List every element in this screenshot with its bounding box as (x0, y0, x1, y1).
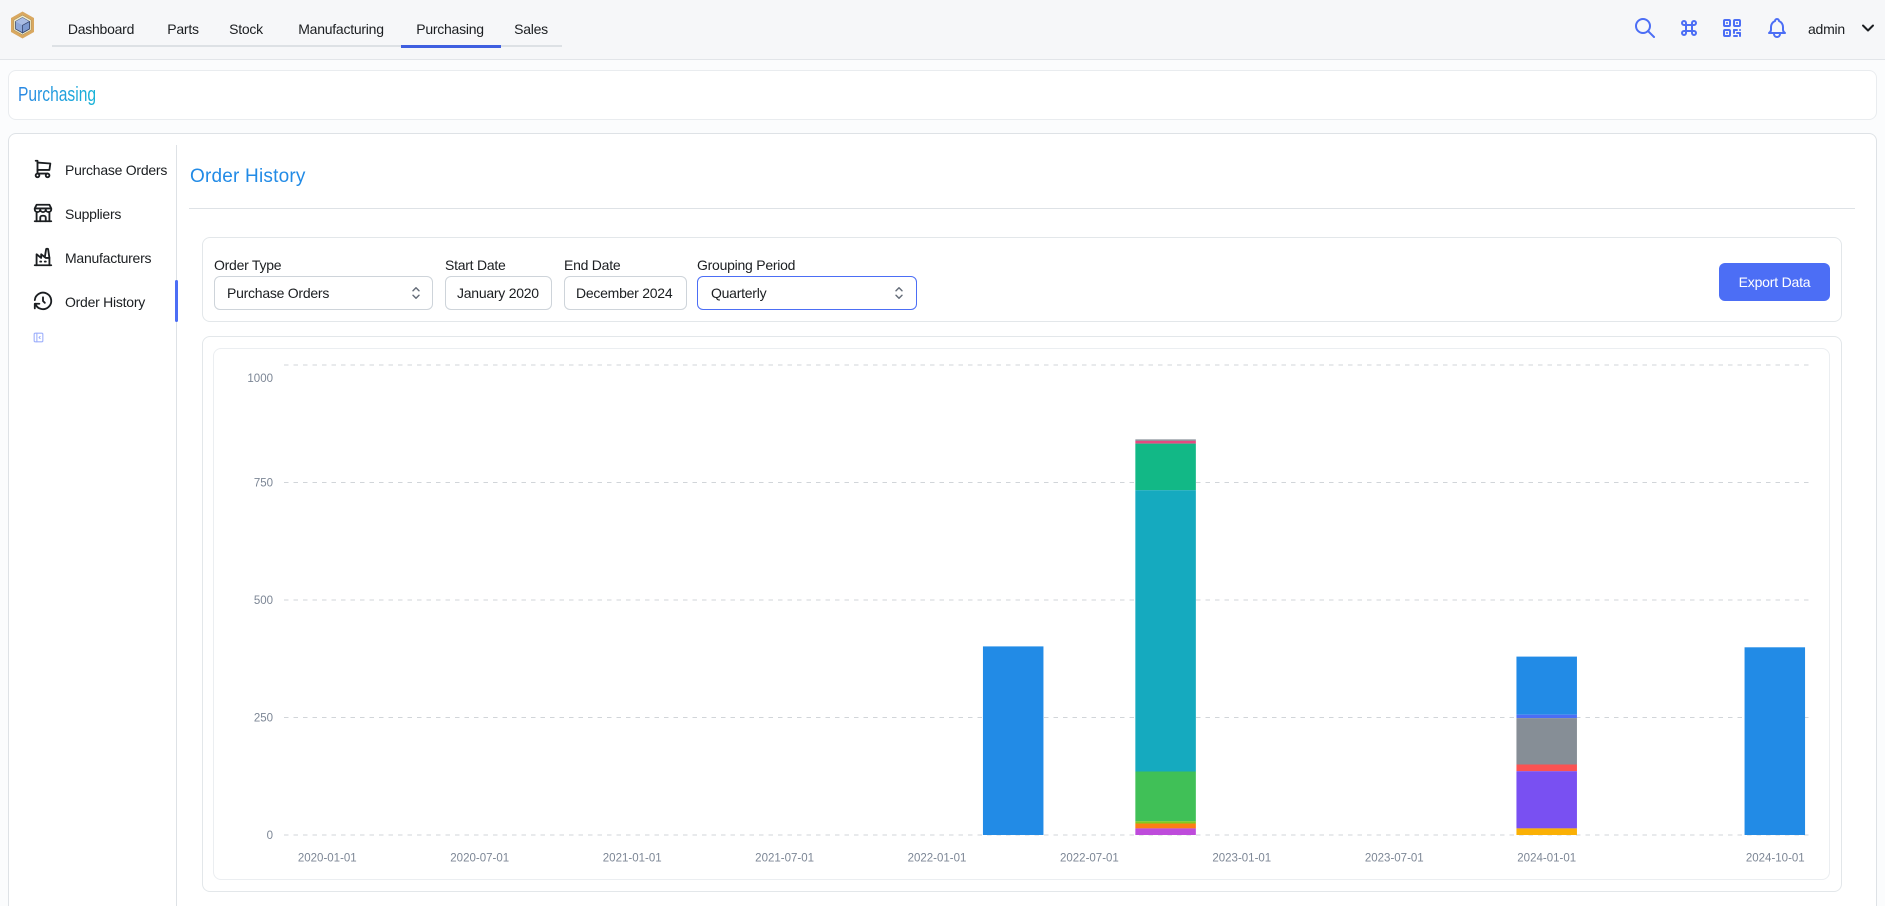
svg-text:500: 500 (254, 595, 273, 607)
svg-text:2021-01-01: 2021-01-01 (603, 853, 662, 865)
svg-text:2023-07-01: 2023-07-01 (1365, 853, 1424, 865)
svg-text:2022-07-01: 2022-07-01 (1060, 853, 1119, 865)
svg-text:1000: 1000 (247, 373, 273, 385)
svg-text:2021-07-01: 2021-07-01 (755, 853, 814, 865)
svg-text:2024-01-01: 2024-01-01 (1517, 853, 1576, 865)
svg-text:2024-10-01: 2024-10-01 (1746, 853, 1805, 865)
svg-text:2020-01-01: 2020-01-01 (298, 853, 357, 865)
svg-text:2022-01-01: 2022-01-01 (908, 853, 967, 865)
svg-text:250: 250 (254, 713, 273, 725)
svg-text:0: 0 (267, 830, 273, 842)
svg-text:750: 750 (254, 477, 273, 489)
svg-text:2023-01-01: 2023-01-01 (1212, 853, 1271, 865)
svg-text:2020-07-01: 2020-07-01 (450, 853, 509, 865)
